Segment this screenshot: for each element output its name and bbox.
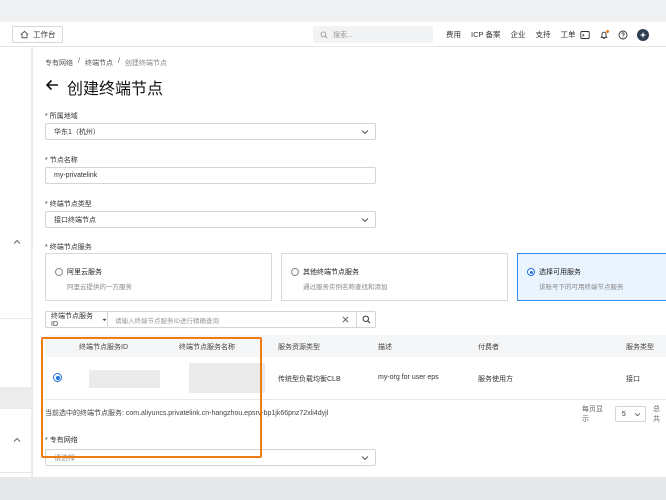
pagination: 每页显示 5 总共 [582, 404, 666, 424]
nav-enterprise[interactable]: 企业 [510, 29, 525, 40]
service-option-available[interactable]: 选择可用服务 该账号下的可用终端节点服务 [517, 253, 666, 301]
search-placeholder: 搜索... [333, 31, 353, 39]
col-payer: 付费者 [478, 344, 499, 351]
home-icon [19, 30, 29, 40]
chevron-down-icon [634, 412, 641, 417]
option-title: 其他终端节点服务 [303, 269, 359, 276]
search-icon [319, 30, 329, 40]
bell-icon[interactable] [599, 29, 609, 40]
breadcrumb-separator: / [117, 58, 120, 65]
workbench-label: 工作台 [33, 30, 56, 39]
top-icons [580, 22, 649, 47]
left-sidebar [0, 47, 32, 477]
breadcrumb: 专有网络 / 终端节点 / 创建终端节点 [45, 58, 167, 68]
back-arrow-icon[interactable] [45, 78, 59, 96]
option-title: 选择可用服务 [539, 269, 581, 276]
per-page-label: 每页显示 [582, 406, 603, 423]
help-icon[interactable] [618, 30, 628, 40]
breadcrumb-current: 创建终端节点 [124, 60, 167, 67]
nav-billing[interactable]: 费用 [446, 29, 461, 40]
cell-payer: 服务使用方 [478, 376, 513, 383]
breadcrumb-separator: / [78, 58, 80, 65]
col-description: 描述 [378, 344, 392, 351]
option-title: 阿里云服务 [67, 269, 102, 276]
radio-button-selected[interactable] [527, 268, 535, 276]
service-label: * 终端节点服务 [45, 244, 92, 251]
top-navigation-bar: 工作台 搜索... 费用 ICP 备案 企业 支持 工单 [0, 22, 666, 47]
chevron-down-icon [361, 456, 369, 461]
chevron-up-icon[interactable] [12, 237, 22, 247]
option-desc: 该账号下的可用终端节点服务 [539, 284, 624, 291]
nav-ticket[interactable]: 工单 [560, 29, 575, 40]
region-value: 华东1（杭州） [54, 128, 100, 136]
col-resource-type: 服务资源类型 [278, 344, 320, 351]
filter-input[interactable]: 请输入终端节点服务ID进行精确查询 [108, 311, 357, 328]
sidebar-divider [0, 472, 32, 473]
service-option-other[interactable]: 其他终端节点服务 通过服务实例名称查找和添加 [281, 253, 508, 301]
type-value: 接口终端节点 [54, 216, 96, 224]
top-nav-links: 费用 ICP 备案 企业 支持 工单 [446, 22, 575, 47]
highlight-box [41, 337, 262, 458]
chevron-down-icon [361, 130, 369, 135]
service-filter: 终端节点服务ID 请输入终端节点服务ID进行精确查询 [45, 311, 376, 328]
col-service-type: 服务类型 [626, 344, 654, 351]
breadcrumb-endpoints[interactable]: 终端节点 [85, 58, 113, 68]
nav-support[interactable]: 支持 [535, 29, 550, 40]
nav-icp[interactable]: ICP 备案 [471, 29, 500, 40]
option-desc: 阿里云提供的一方服务 [67, 284, 132, 291]
cell-service-type: 接口 [626, 376, 640, 383]
chevron-down-icon [361, 218, 369, 223]
breadcrumb-vpc[interactable]: 专有网络 [45, 58, 73, 68]
region-label: * 所属地域 [45, 113, 78, 120]
filter-field-label: 终端节点服务ID [51, 313, 93, 328]
filter-search-button[interactable] [357, 311, 376, 328]
search-icon [362, 315, 370, 324]
total-label: 总共 [653, 406, 661, 423]
service-option-cards: 阿里云服务 阿里云提供的一方服务 其他终端节点服务 通过服务实例名称查找和添加 … [45, 253, 666, 301]
name-value: my-privatelink [54, 172, 98, 179]
chevron-up-icon[interactable] [12, 435, 22, 445]
close-icon[interactable] [341, 315, 350, 324]
workbench-button[interactable]: 工作台 [12, 26, 63, 43]
filter-field-select[interactable]: 终端节点服务ID [45, 311, 108, 328]
avatar[interactable] [637, 28, 649, 41]
name-label: * 节点名称 [45, 157, 78, 164]
caret-down-icon [102, 318, 107, 321]
radio-button[interactable] [55, 268, 63, 276]
browser-top-strip [0, 0, 666, 22]
global-search-input[interactable]: 搜索... [313, 26, 433, 43]
option-desc: 通过服务实例名称查找和添加 [303, 284, 388, 291]
filter-placeholder: 请输入终端节点服务ID进行精确查询 [115, 317, 219, 325]
page-title: 创建终端节点 [67, 81, 164, 98]
sidebar-divider [0, 318, 32, 319]
service-option-aliyun[interactable]: 阿里云服务 阿里云提供的一方服务 [45, 253, 272, 301]
type-label: * 终端节点类型 [45, 201, 92, 208]
region-select[interactable]: 华东1（杭州） [45, 123, 376, 140]
name-field[interactable]: my-privatelink [45, 167, 376, 184]
type-select[interactable]: 接口终端节点 [45, 211, 376, 228]
sidebar-item-selected[interactable] [0, 387, 32, 409]
per-page-select[interactable]: 5 [614, 406, 647, 422]
terminal-icon[interactable] [580, 30, 590, 40]
notification-dot [606, 29, 609, 33]
per-page-value: 5 [621, 410, 626, 418]
radio-button[interactable] [291, 268, 299, 276]
page-title-row: 创建终端节点 [45, 75, 163, 99]
cell-resource-type: 传统型负载均衡CLB [278, 376, 341, 383]
cell-description: my-org for user eps [378, 374, 439, 381]
